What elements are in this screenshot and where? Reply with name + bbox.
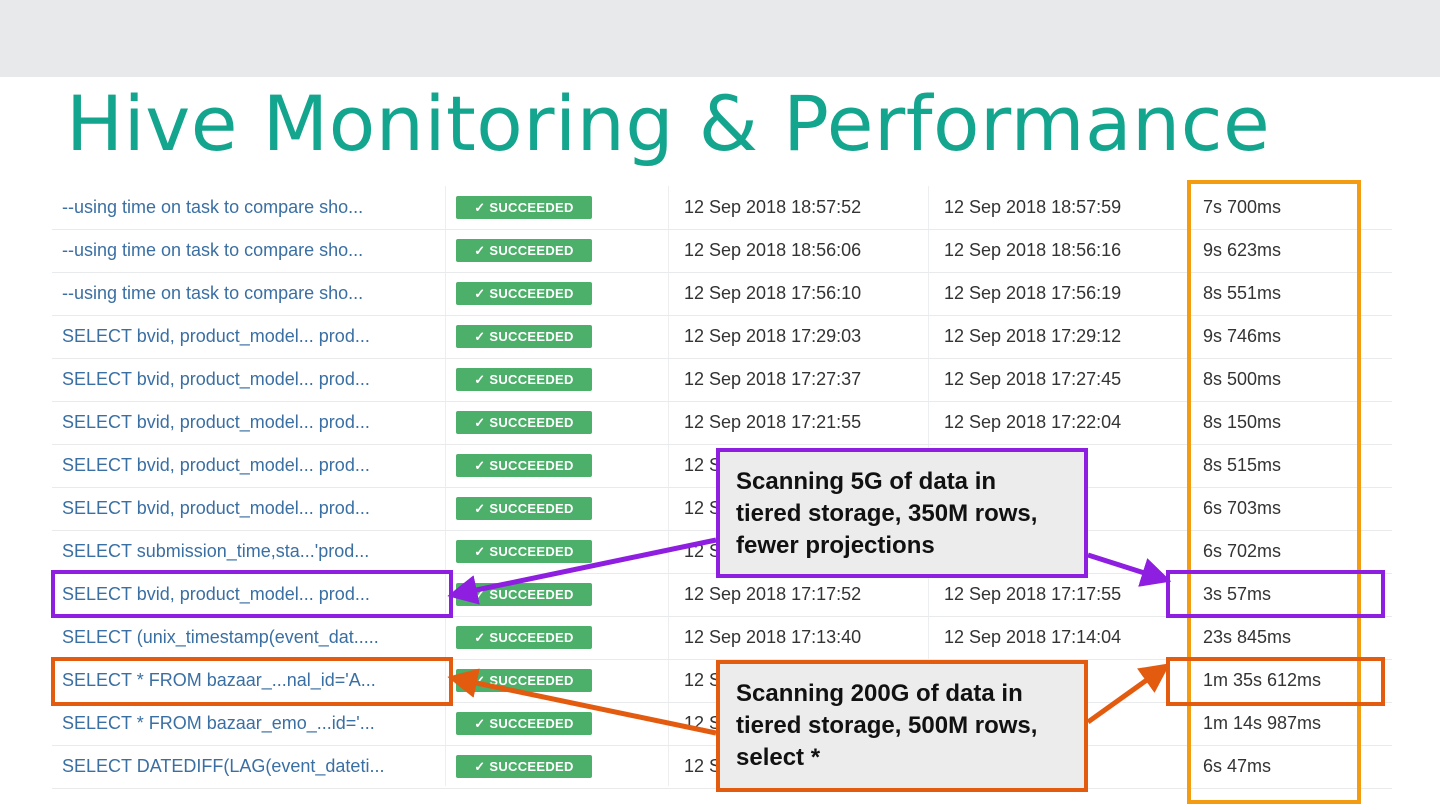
arrow-to-slow-query	[447, 668, 717, 736]
arrow-to-slow-duration	[1086, 663, 1171, 725]
arrow-to-fast-query	[447, 537, 717, 605]
slow-query-callout: Scanning 200G of data in tiered storage,…	[716, 660, 1088, 792]
arrow-to-fast-duration	[1087, 552, 1172, 587]
fast-query-callout: Scanning 5G of data in tiered storage, 3…	[716, 448, 1088, 578]
